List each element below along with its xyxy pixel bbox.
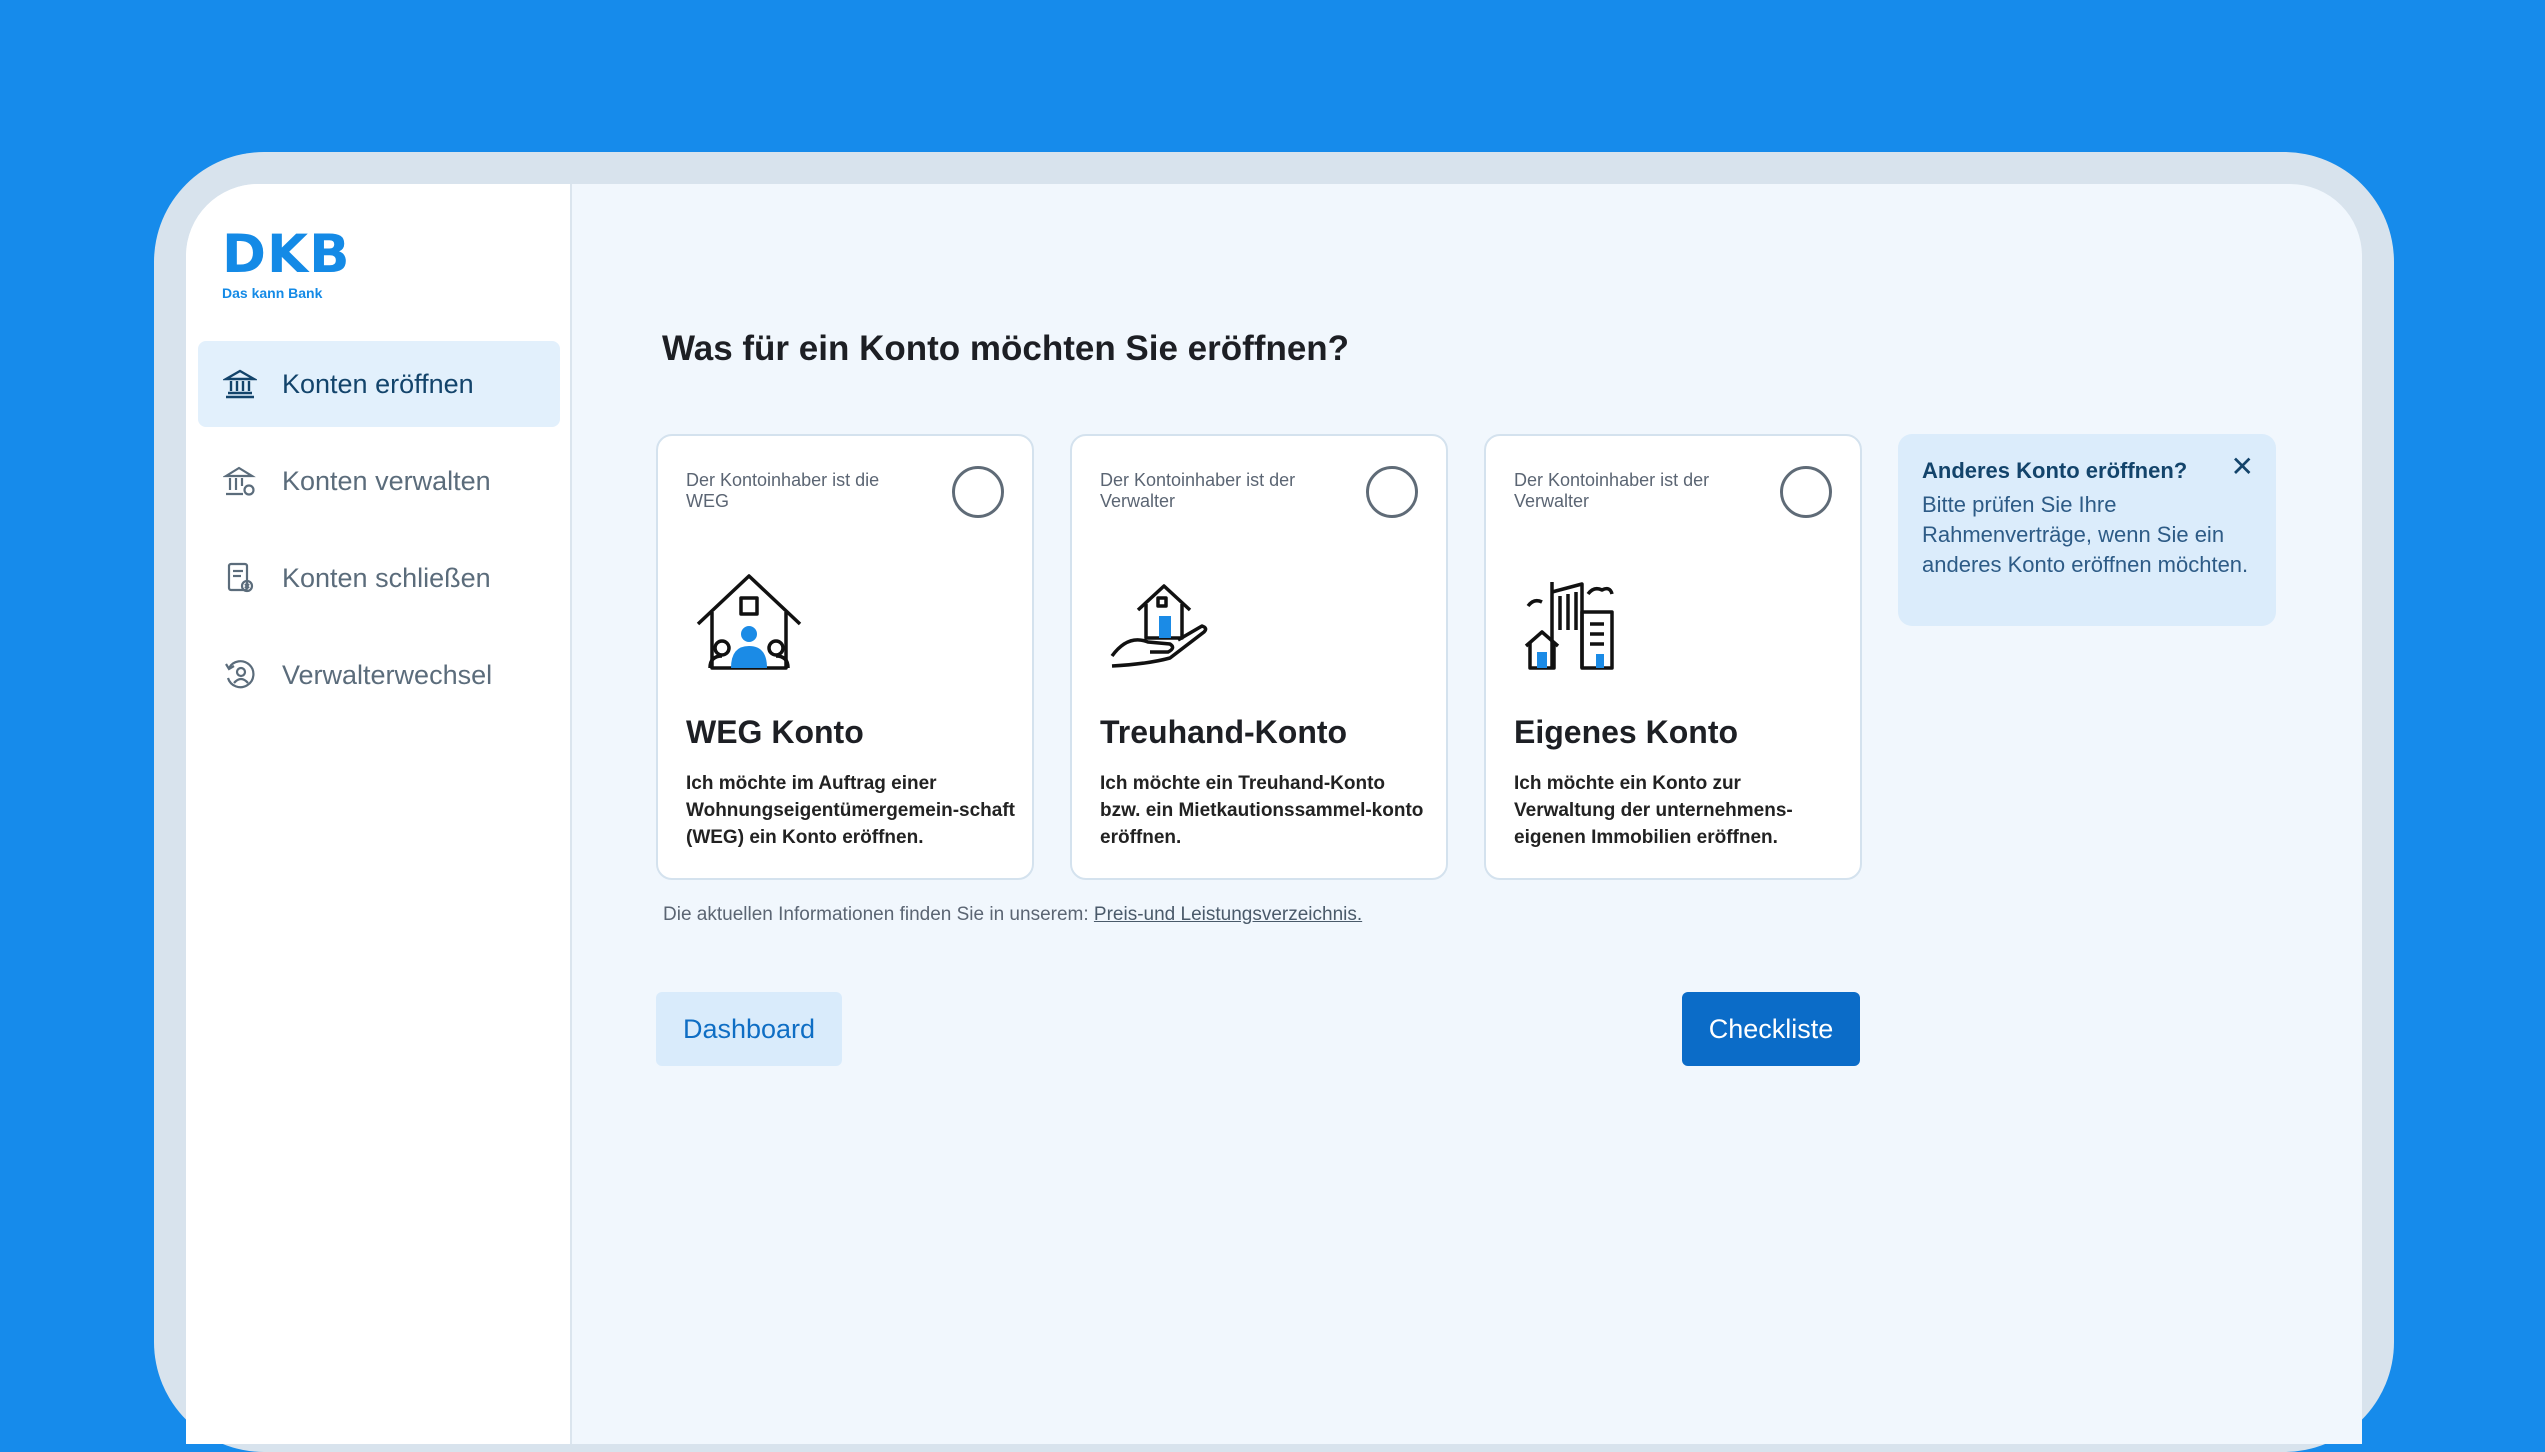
sidebar-item-label: Verwalterwechsel [282, 659, 493, 690]
price-list-link[interactable]: Preis-und Leistungsverzeichnis. [1094, 904, 1362, 925]
info-notice: Anderes Konto eröffnen? Bitte prüfen Sie… [1898, 434, 2276, 626]
logo-text: DKB [222, 224, 351, 285]
bank-icon [222, 366, 258, 402]
card-title: Eigenes Konto [1514, 714, 1739, 750]
card-description: Ich möchte ein Konto zur Verwaltung der … [1514, 773, 1793, 848]
card-subtitle: Der Kontoinhaber ist die WEG [686, 470, 880, 511]
sidebar-item-label: Konten verwalten [282, 465, 491, 496]
app-window: DKB Das kann Bank Konten eröffnen Konten… [186, 184, 2362, 1444]
card-eigenes-konto[interactable]: Der Kontoinhaber ist der Verwalter Eigen… [1484, 434, 1862, 880]
sidebar-nav: Konten eröffnen Konten verwalten Konten … [198, 341, 560, 729]
card-title: WEG Konto [686, 714, 864, 750]
radio-button[interactable] [952, 466, 1004, 518]
sidebar-item-label: Konten schließen [282, 562, 491, 593]
card-title: Treuhand-Konto [1100, 714, 1348, 750]
sidebar-item-verwalterwechsel[interactable]: Verwalterwechsel [198, 632, 560, 718]
dkb-logo[interactable]: DKB Das kann Bank [222, 228, 350, 301]
dashboard-button[interactable]: Dashboard [656, 992, 842, 1066]
house-community-icon [694, 572, 804, 682]
sidebar: DKB Das kann Bank Konten eröffnen Konten… [186, 184, 572, 1444]
document-close-icon [222, 560, 258, 596]
card-description: Ich möchte ein Treuhand-Konto bzw. ein M… [1100, 773, 1424, 848]
sidebar-item-konten-schliessen[interactable]: Konten schließen [198, 535, 560, 621]
sidebar-item-konten-eroeffnen[interactable]: Konten eröffnen [198, 341, 560, 427]
card-treuhand-konto[interactable]: Der Kontoinhaber ist der Verwalter Treuh… [1070, 434, 1448, 880]
radio-button[interactable] [1780, 466, 1832, 518]
card-subtitle: Der Kontoinhaber ist der Verwalter [1100, 470, 1296, 511]
footnote-text: Die aktuellen Informationen finden Sie i… [663, 904, 1094, 925]
page-title: Was für ein Konto möchten Sie eröffnen? [662, 329, 1350, 368]
radio-button[interactable] [1366, 466, 1418, 518]
sidebar-item-konten-verwalten[interactable]: Konten verwalten [198, 438, 560, 524]
card-description: Ich möchte im Auftrag einer Wohnungseige… [686, 773, 1016, 848]
footnote: Die aktuellen Informationen finden Sie i… [663, 904, 1362, 926]
info-title: Anderes Konto eröffnen? [1922, 458, 2188, 483]
logo-tagline: Das kann Bank [222, 285, 323, 301]
sidebar-item-label: Konten eröffnen [282, 368, 474, 399]
buildings-icon [1522, 572, 1632, 682]
close-icon[interactable]: ✕ [2231, 450, 2254, 483]
bank-gear-icon [222, 463, 258, 499]
card-subtitle: Der Kontoinhaber ist der Verwalter [1514, 470, 1710, 511]
info-text: Bitte prüfen Sie Ihre Rahmenverträge, we… [1922, 492, 2249, 577]
card-weg-konto[interactable]: Der Kontoinhaber ist die WEG WEG Konto I… [656, 434, 1034, 880]
account-type-cards: Der Kontoinhaber ist die WEG WEG Konto I… [656, 434, 1862, 880]
user-switch-icon [222, 657, 258, 693]
house-in-hand-icon [1108, 572, 1218, 682]
checklist-button[interactable]: Checkliste [1682, 992, 1860, 1066]
